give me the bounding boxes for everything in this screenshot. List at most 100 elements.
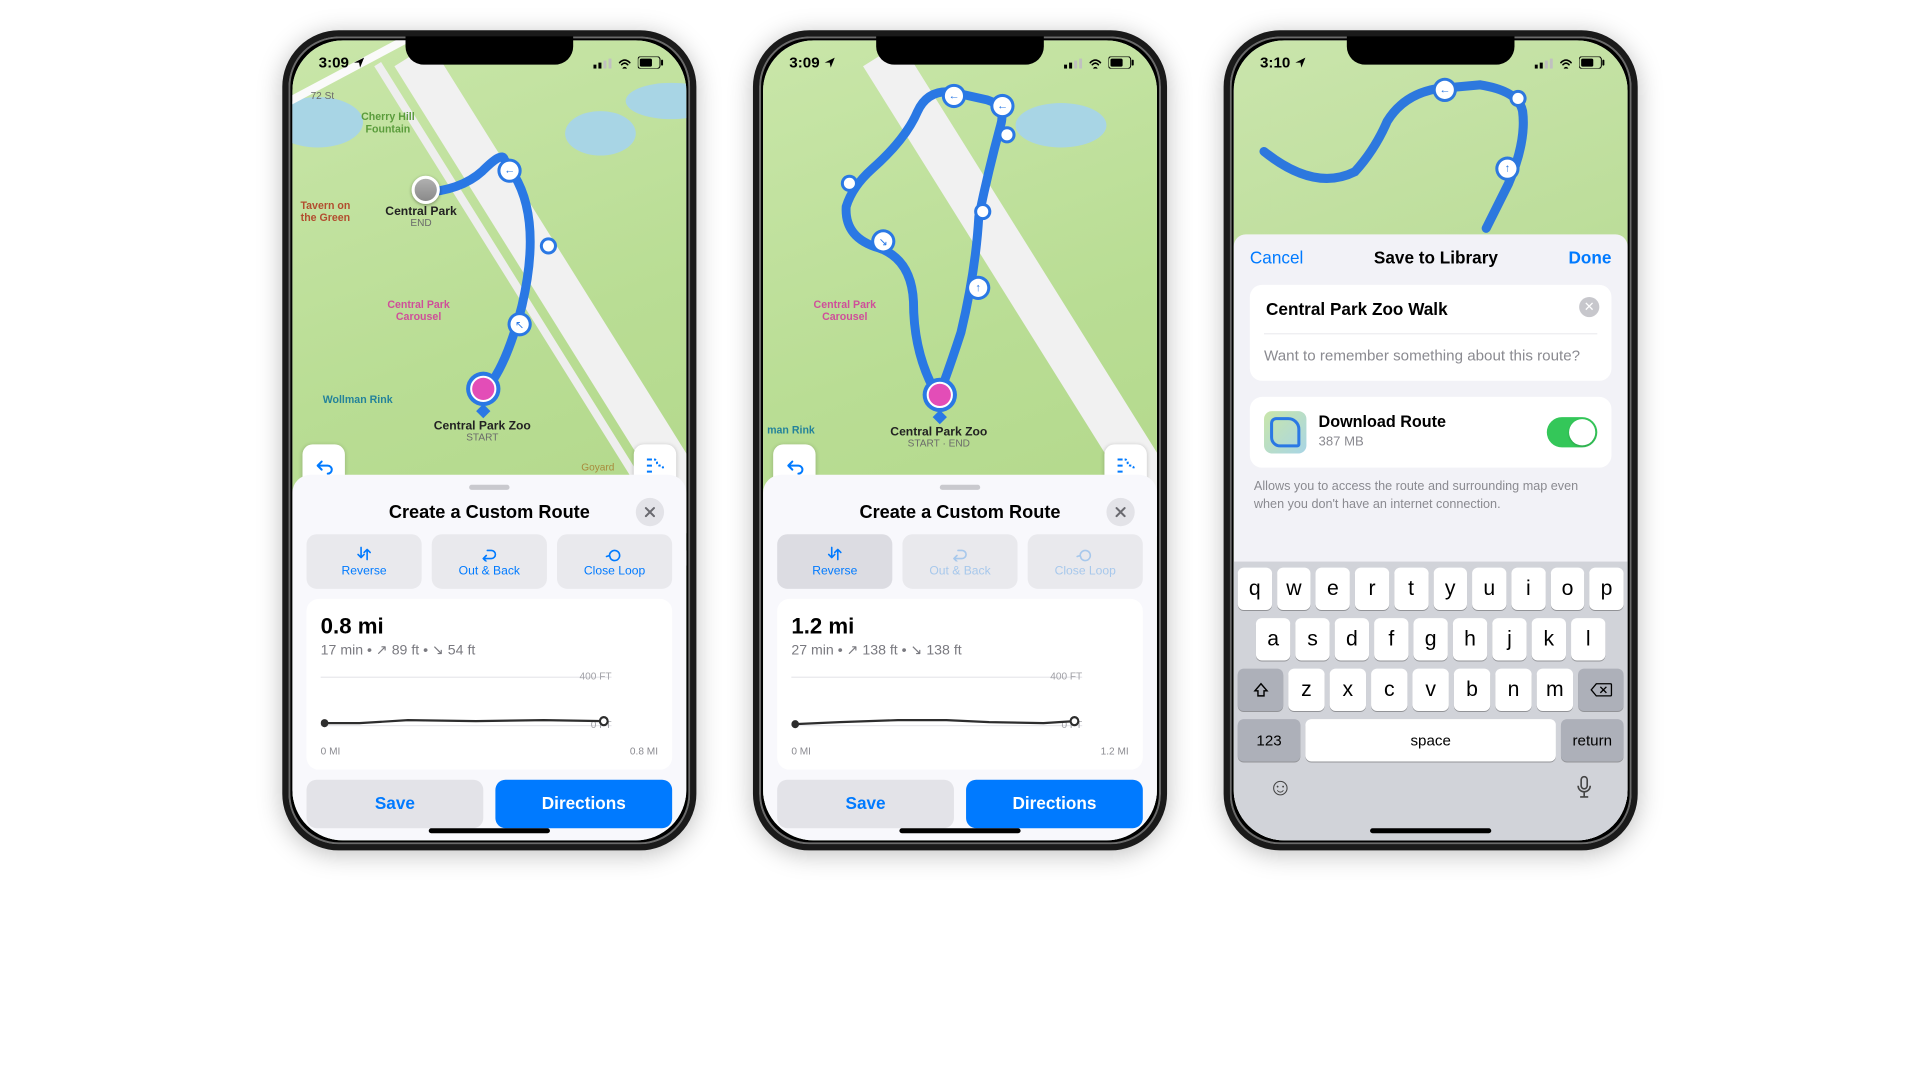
close-icon[interactable] [636,498,664,526]
route-arrow-icon: ← [500,162,518,180]
key-z[interactable]: z [1288,669,1324,711]
key-g[interactable]: g [1413,618,1447,660]
reverse-button[interactable]: Reverse [307,534,422,589]
close-loop-button[interactable]: Close Loop [557,534,672,589]
key-q[interactable]: q [1238,568,1272,610]
location-arrow-icon [824,57,836,69]
key-m[interactable]: m [1537,669,1573,711]
key-d[interactable]: d [1335,618,1369,660]
key-r[interactable]: r [1355,568,1389,610]
save-button[interactable]: Save [307,780,484,828]
reverse-button[interactable]: Reverse [777,534,892,589]
route-modifier-row: Reverse Out & Back Close Loop [302,534,676,599]
key-k[interactable]: k [1532,618,1566,660]
download-label-block: Download Route387 MB [1319,414,1535,450]
out-and-back-button[interactable]: Out & Back [902,534,1017,589]
save-button[interactable]: Save [777,780,954,828]
route-start-pin[interactable] [923,378,957,422]
home-indicator[interactable] [429,828,550,833]
signal-bars-icon [1064,57,1082,68]
route-node-dot [977,206,988,217]
close-loop-button[interactable]: Close Loop [1028,534,1143,589]
keyboard-123-key[interactable]: 123 [1238,719,1301,761]
close-icon[interactable] [1106,498,1134,526]
cancel-button[interactable]: Cancel [1250,248,1303,268]
stage: 3:09 72 St Cherry Hill Fountain Tavern o… [0,0,1920,1080]
route-stats-card: 1.2 mi 27 min • ↗ 138 ft • ↘ 138 ft 400 … [777,599,1143,770]
key-w[interactable]: w [1277,568,1311,610]
route-arrow-icon: ↑ [969,279,987,297]
route-arrow-icon: ← [993,97,1011,115]
save-sheet-title: Save to Library [1303,248,1568,268]
key-a[interactable]: a [1256,618,1290,660]
wifi-icon [617,57,633,68]
clear-text-icon[interactable]: ✕ [1579,297,1599,317]
keyboard-space-key[interactable]: space [1305,719,1555,761]
sheet-grabber[interactable] [469,485,509,490]
route-node-dot [543,240,554,251]
key-o[interactable]: o [1550,568,1584,610]
key-p[interactable]: p [1590,568,1624,610]
elevation-chart: 400 FT 0 FT 0 MI 1.2 MI [791,667,1128,756]
location-arrow-icon [1294,57,1306,69]
keyboard[interactable]: qwertyuiop asdfghjkl zxcvbnm 123 space r… [1234,562,1628,841]
route-node-dot [1512,93,1523,104]
key-b[interactable]: b [1454,669,1490,711]
out-and-back-button[interactable]: Out & Back [432,534,547,589]
route-name-input[interactable] [1264,299,1568,321]
notch [1347,36,1515,64]
key-v[interactable]: v [1412,669,1448,711]
keyboard-row-1: qwertyuiop [1238,568,1624,610]
home-indicator[interactable] [1370,828,1491,833]
key-u[interactable]: u [1472,568,1506,610]
status-time: 3:09 [789,54,819,71]
key-x[interactable]: x [1330,669,1366,711]
key-f[interactable]: f [1374,618,1408,660]
location-arrow-icon [353,57,365,69]
download-toggle[interactable] [1547,417,1598,447]
route-distance: 1.2 mi [791,613,1128,639]
route-start-pin[interactable] [466,372,500,416]
route-node-dot [844,178,855,189]
key-c[interactable]: c [1371,669,1407,711]
directions-button[interactable]: Directions [966,780,1143,828]
elev-x-start: 0 MI [321,746,341,757]
phone-right: 3:10 ← ↑ Cancel Save to Library Done [1224,30,1638,850]
key-e[interactable]: e [1316,568,1350,610]
key-n[interactable]: n [1495,669,1531,711]
emoji-icon[interactable]: ☺ [1268,774,1293,802]
save-sheet-header: Cancel Save to Library Done [1250,248,1612,268]
battery-icon [1579,57,1605,69]
elev-x-end: 0.8 MI [630,746,658,757]
sheet-grabber[interactable] [940,485,980,490]
shift-key[interactable] [1238,669,1283,711]
key-h[interactable]: h [1453,618,1487,660]
key-i[interactable]: i [1511,568,1545,610]
directions-button[interactable]: Directions [495,780,672,828]
route-arrow-icon: ↑ [1498,160,1516,178]
elev-x-end: 1.2 MI [1101,746,1129,757]
route-substat: 27 min • ↗ 138 ft • ↘ 138 ft [791,641,1128,658]
key-t[interactable]: t [1394,568,1428,610]
home-indicator[interactable] [899,828,1020,833]
wifi-icon [1087,57,1103,68]
backspace-key[interactable] [1578,669,1623,711]
route-arrow-icon: ↖ [511,315,529,333]
create-route-sheet[interactable]: Create a Custom Route Reverse Out & Back… [292,475,686,841]
key-s[interactable]: s [1295,618,1329,660]
done-button[interactable]: Done [1569,248,1612,268]
create-route-sheet[interactable]: Create a Custom Route Reverse Out & Back… [763,475,1157,841]
key-l[interactable]: l [1571,618,1605,660]
screen: 3:09 72 St Cherry Hill Fountain Tavern o… [292,40,686,840]
route-notes-placeholder[interactable]: Want to remember something about this ro… [1264,346,1597,366]
dictate-icon[interactable] [1575,776,1593,800]
route-thumbnail-icon [1264,411,1306,453]
route-end-pin[interactable] [412,176,440,204]
route-stats-card: 0.8 mi 17 min • ↗ 89 ft • ↘ 54 ft 400 FT… [307,599,673,770]
key-y[interactable]: y [1433,568,1467,610]
sheet-title: Create a Custom Route [814,501,1107,522]
key-j[interactable]: j [1492,618,1526,660]
keyboard-row-3: zxcvbnm [1238,669,1624,711]
route-modifier-row: Reverse Out & Back Close Loop [773,534,1147,599]
keyboard-return-key[interactable]: return [1561,719,1624,761]
